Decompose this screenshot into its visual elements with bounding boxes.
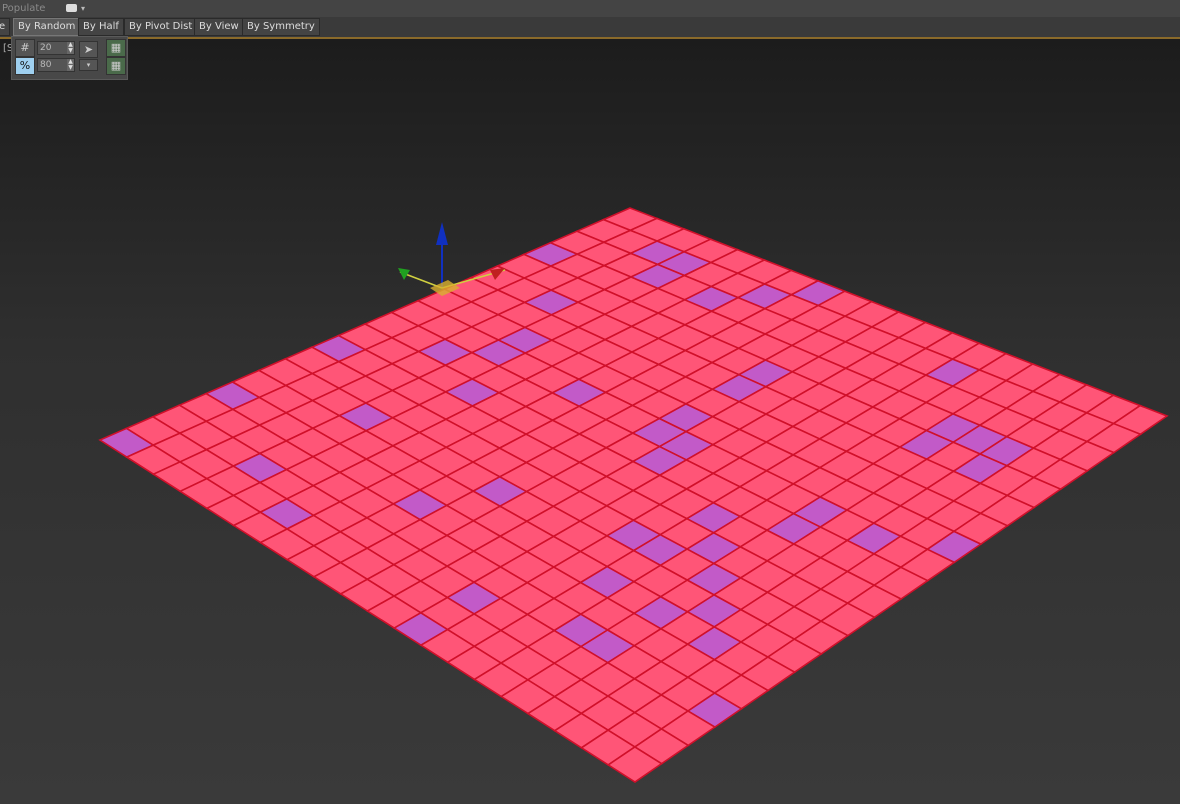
tile-plane[interactable] [0, 0, 1180, 804]
